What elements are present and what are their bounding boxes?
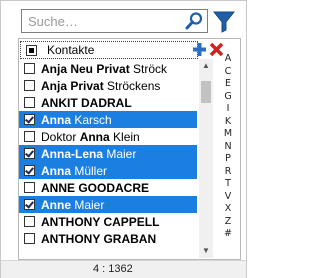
alphabet-letter[interactable]: V <box>217 191 239 204</box>
row-checkbox[interactable] <box>24 131 35 142</box>
contact-name-part: Müller <box>71 163 108 178</box>
row-checkbox[interactable] <box>24 114 35 125</box>
row-checkbox[interactable] <box>24 182 35 193</box>
contact-name: Anna-Lena Maier <box>41 147 136 161</box>
list-item[interactable]: ANKIT DADRAL <box>19 94 197 111</box>
status-bar: 4 : 1362 <box>1 260 246 278</box>
alphabet-letter[interactable]: M <box>217 128 239 141</box>
list-item[interactable]: Anna Karsch <box>19 111 197 128</box>
contact-name-part: ANKIT DADRAL <box>41 95 132 110</box>
list-item[interactable]: Anna-Lena Maier <box>19 145 197 162</box>
alphabet-letter[interactable]: E <box>217 78 239 91</box>
alphabet-index: A C E G I K M N P R T V X Z # <box>217 53 239 241</box>
alphabet-letter[interactable]: P <box>217 153 239 166</box>
contact-list-panel: Kontakte Anja Neu Privat Ströck Anja Priv… <box>18 38 241 260</box>
alphabet-letter[interactable]: Z <box>217 216 239 229</box>
alphabet-letter[interactable]: I <box>217 103 239 116</box>
contact-name-part: Anna <box>41 112 71 127</box>
list-item[interactable]: ANTHONY CAPPELL <box>19 213 197 230</box>
alphabet-letter[interactable]: T <box>217 178 239 191</box>
list-item[interactable]: Anja Privat Ströckens <box>19 77 197 94</box>
contact-name: Anna Müller <box>41 164 107 178</box>
add-icon[interactable] <box>192 42 207 57</box>
contact-name: ANTHONY GRABAN <box>41 232 156 246</box>
contact-name-part: Karsch <box>71 112 112 127</box>
contact-name: ANTHONY CAPPELL <box>41 215 159 229</box>
search-input[interactable] <box>28 11 178 31</box>
list-header[interactable]: Kontakte <box>20 41 198 59</box>
alphabet-letter[interactable]: X <box>217 203 239 216</box>
contact-name-part: Klein <box>109 129 140 144</box>
alphabet-letter[interactable]: A <box>217 53 239 66</box>
contact-name: Anja Neu Privat Ströck <box>41 62 167 76</box>
contact-list: Anja Neu Privat Ströck Anja Privat Ströck… <box>19 60 197 259</box>
row-checkbox[interactable] <box>24 63 35 74</box>
list-item[interactable]: Anna Müller <box>19 162 197 179</box>
scroll-up-icon[interactable]: ▲ <box>202 62 210 70</box>
contact-name-part: Anna <box>41 163 71 178</box>
contact-name: Doktor Anna Klein <box>41 130 140 144</box>
filter-icon[interactable] <box>211 7 237 35</box>
search-box <box>21 9 208 33</box>
contact-name-part: Maier <box>71 197 105 212</box>
search-icon[interactable] <box>183 11 205 31</box>
row-checkbox[interactable] <box>24 165 35 176</box>
row-checkbox[interactable] <box>24 148 35 159</box>
contact-name-part: Anne <box>41 197 71 212</box>
scroll-down-icon[interactable]: ▼ <box>202 247 210 255</box>
row-checkbox[interactable] <box>24 216 35 227</box>
list-header-label: Kontakte <box>47 43 95 57</box>
list-item[interactable]: Anne Maier <box>19 196 197 213</box>
row-checkbox[interactable] <box>24 233 35 244</box>
contact-name-part: ANNE GOODACRE <box>41 180 150 195</box>
contact-name-part: ANTHONY CAPPELL <box>41 214 160 229</box>
contact-name: Anna Karsch <box>41 113 112 127</box>
alphabet-letter[interactable]: # <box>217 228 239 241</box>
contact-name: Anja Privat Ströckens <box>41 79 160 93</box>
alphabet-letter[interactable]: C <box>217 66 239 79</box>
alphabet-letter[interactable]: K <box>217 116 239 129</box>
select-all-checkbox[interactable] <box>26 44 37 56</box>
status-count: 4 : 1362 <box>93 263 133 275</box>
row-checkbox[interactable] <box>24 80 35 91</box>
contact-name-part: Ströck <box>129 61 168 76</box>
scrollbar-thumb[interactable] <box>201 81 211 103</box>
contact-name-part: Anna-Lena <box>41 146 104 161</box>
contact-name: ANNE GOODACRE <box>41 181 149 195</box>
alphabet-letter[interactable]: R <box>217 166 239 179</box>
list-item[interactable]: Doktor Anna Klein <box>19 128 197 145</box>
contact-name-part: Anja Neu Privat <box>41 61 130 76</box>
contact-name: Anne Maier <box>41 198 104 212</box>
contact-name-part: Anna <box>79 129 110 144</box>
contact-name: ANKIT DADRAL <box>41 96 132 110</box>
contact-name-part: Maier <box>103 146 137 161</box>
list-item[interactable]: ANTHONY GRABAN <box>19 230 197 247</box>
contact-picker-window: Kontakte Anja Neu Privat Ströck Anja Priv… <box>0 0 247 278</box>
row-checkbox[interactable] <box>24 199 35 210</box>
scrollbar[interactable]: ▲ ▼ <box>199 59 213 258</box>
contact-name-part: Doktor <box>41 129 80 144</box>
list-item[interactable]: Anja Neu Privat Ströck <box>19 60 197 77</box>
row-checkbox[interactable] <box>24 97 35 108</box>
contact-name-part: Anja Privat <box>41 78 104 93</box>
contact-name-part: Ströckens <box>103 78 161 93</box>
contact-name-part: ANTHONY GRABAN <box>41 231 157 246</box>
alphabet-letter[interactable]: G <box>217 91 239 104</box>
list-item[interactable]: ANNE GOODACRE <box>19 179 197 196</box>
alphabet-letter[interactable]: N <box>217 141 239 154</box>
